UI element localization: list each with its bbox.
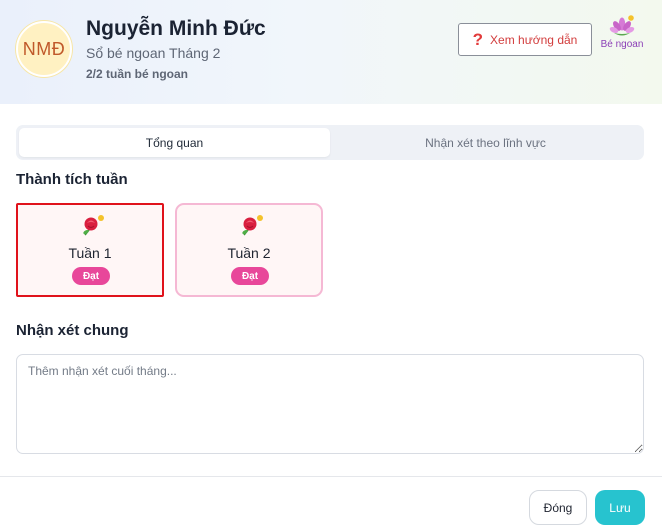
tab-comments-by-domain[interactable]: Nhận xét theo lĩnh vực [330,128,641,157]
tab-overview[interactable]: Tổng quan [19,128,330,157]
week-card-1[interactable]: Tuần 1 Đạt [16,203,164,297]
footer-divider [0,476,662,477]
question-icon: ? [472,30,484,49]
student-name: Nguyễn Minh Đức [86,17,266,40]
general-comment-input[interactable] [16,354,644,454]
view-tabs: Tổng quan Nhận xét theo lĩnh vực [16,125,644,160]
badge-label: Bé ngoan [600,39,644,50]
view-guide-button[interactable]: ? Xem hướng dẫn [458,23,592,56]
week-card-2[interactable]: Tuần 2 Đạt [175,203,323,297]
general-comment-title: Nhận xét chung [16,322,129,339]
good-kid-badge: Bé ngoan [598,14,646,50]
status-badge: Đạt [231,267,269,285]
student-header: NMĐ Nguyễn Minh Đức Sổ bé ngoan Tháng 2 … [0,0,662,104]
notebook-subtitle: Sổ bé ngoan Tháng 2 [86,45,221,61]
status-badge: Đạt [72,267,110,285]
view-guide-label: Xem hướng dẫn [490,32,578,47]
week-label: Tuần 1 [68,245,112,261]
rose-icon [83,215,104,236]
good-weeks-progress: 2/2 tuần bé ngoan [86,67,189,81]
week-label: Tuần 2 [227,245,271,261]
close-button[interactable]: Đóng [529,490,587,525]
avatar: NMĐ [16,21,72,77]
flower-icon [609,15,635,36]
rose-icon [242,215,263,236]
save-button[interactable]: Lưu [595,490,645,525]
weekly-achievements-title: Thành tích tuần [16,171,128,188]
